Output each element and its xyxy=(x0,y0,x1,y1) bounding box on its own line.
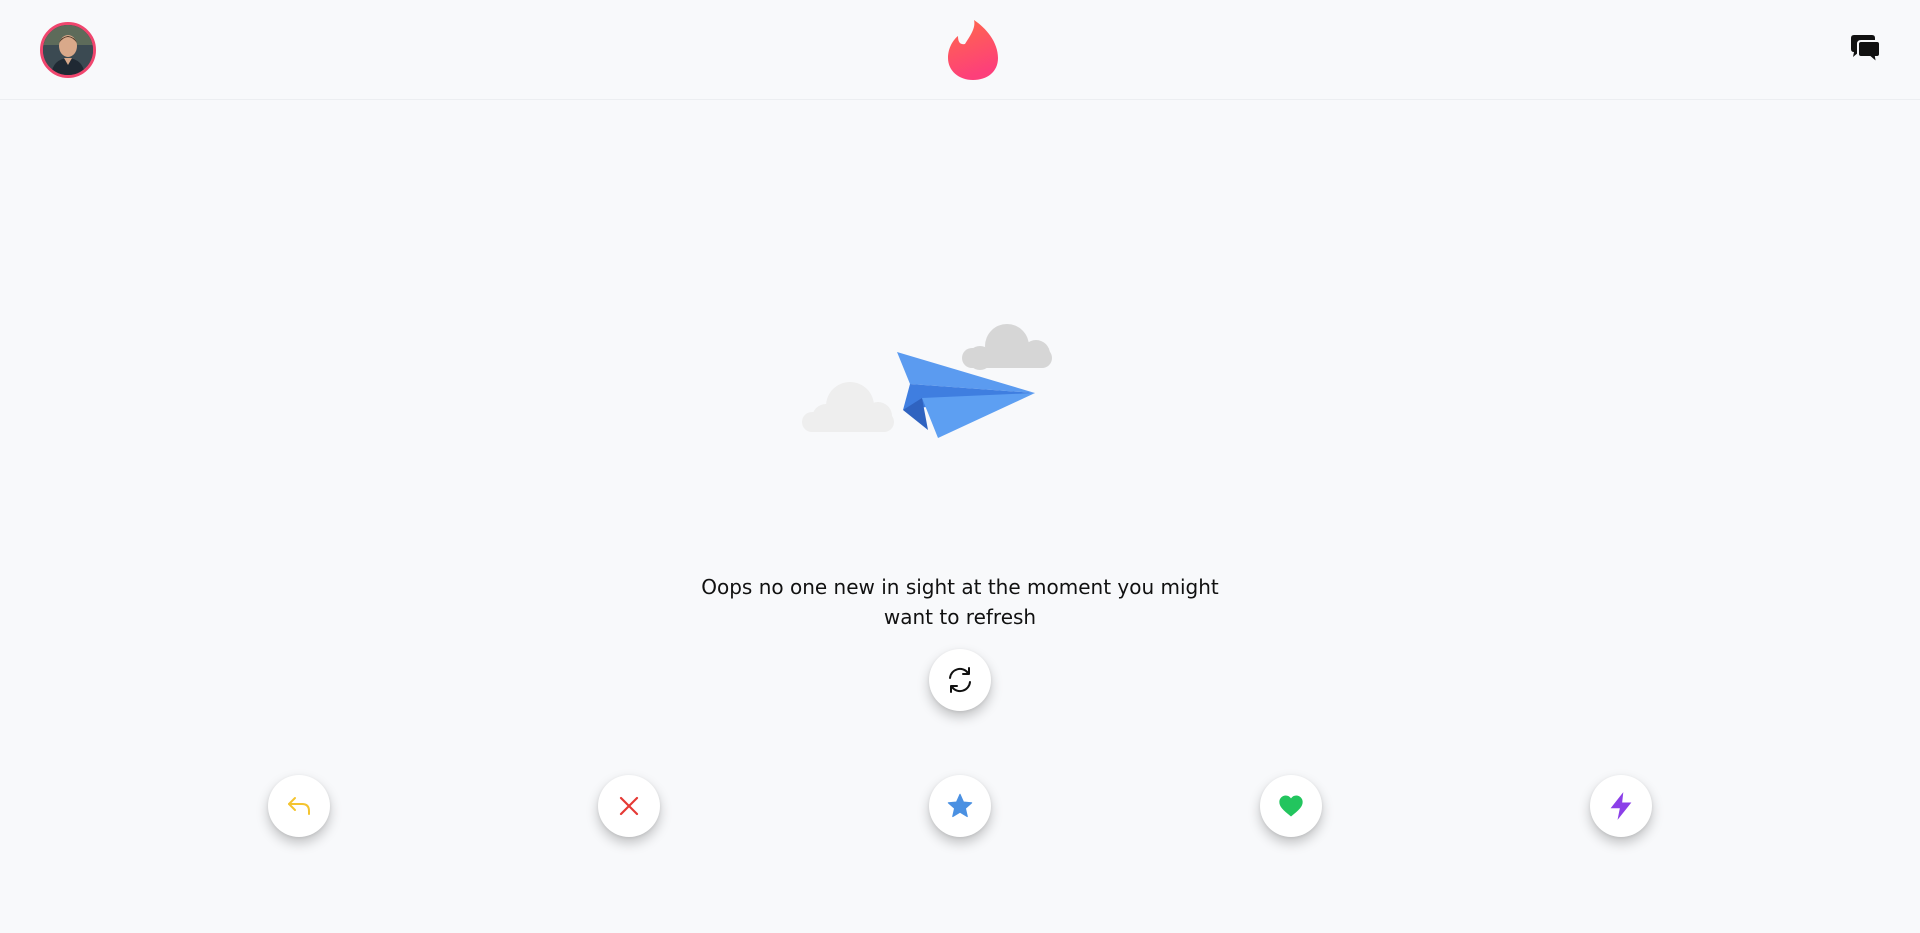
rewind-button[interactable] xyxy=(268,775,330,837)
top-bar xyxy=(0,0,1920,100)
star-icon xyxy=(947,793,973,818)
undo-arrow-icon xyxy=(288,797,310,815)
cloud-right-icon xyxy=(962,324,1052,370)
heart-icon xyxy=(1279,795,1303,817)
close-icon xyxy=(619,796,639,816)
refresh-icon xyxy=(949,667,971,693)
lightning-icon xyxy=(1610,792,1632,820)
nope-button[interactable] xyxy=(598,775,660,837)
refresh-button[interactable] xyxy=(929,649,991,711)
boost-button[interactable] xyxy=(1590,775,1652,837)
paper-plane-illustration xyxy=(802,324,1052,438)
like-button[interactable] xyxy=(1260,775,1322,837)
empty-state-message: Oops no one new in sight at the moment y… xyxy=(701,575,1219,629)
cloud-left-icon xyxy=(802,382,894,432)
profile-avatar[interactable] xyxy=(40,22,96,78)
super-like-button[interactable] xyxy=(929,775,991,837)
chat-bubbles-icon[interactable] xyxy=(1848,34,1882,66)
flame-logo-icon[interactable] xyxy=(946,18,1000,82)
avatar-photo xyxy=(43,25,93,75)
